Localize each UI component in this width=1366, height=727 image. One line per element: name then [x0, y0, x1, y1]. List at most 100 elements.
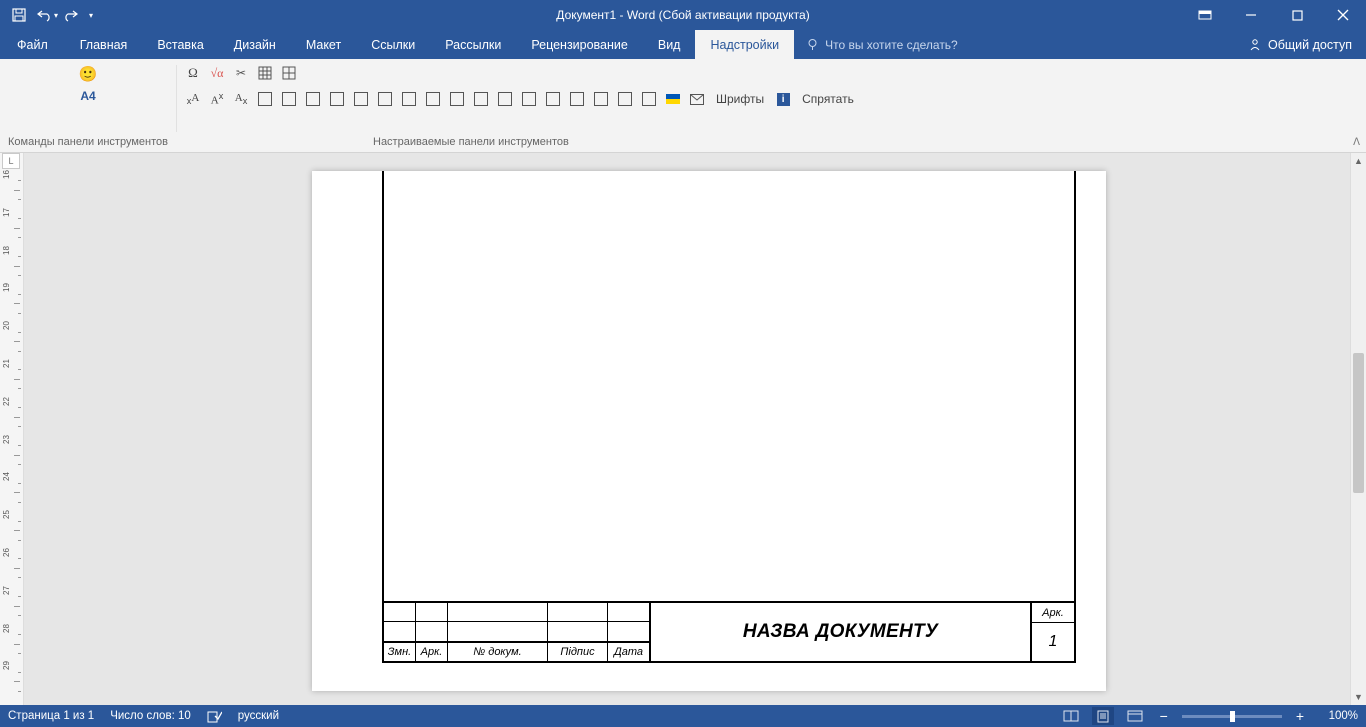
maximize-icon [1292, 10, 1303, 21]
ribbon-group-label-2: Настраиваемые панели инструментов [183, 133, 771, 152]
status-page[interactable]: Страница 1 из 1 [8, 710, 94, 722]
tb-header-ark: Арк. [416, 643, 448, 661]
tb-header-zmn: Змн. [384, 643, 416, 661]
tab-home[interactable]: Главная [65, 30, 143, 59]
save-button[interactable] [6, 2, 32, 28]
tb-header-date: Дата [608, 643, 649, 661]
zoom-out-button[interactable]: − [1156, 708, 1172, 724]
window-title: Документ1 - Word (Сбой активации продукт… [556, 8, 809, 22]
document-area[interactable]: Змн. Арк. № докум. Підпис Дата НАЗВА ДОК… [24, 153, 1350, 705]
frame-btn-6[interactable] [375, 89, 395, 109]
tab-view[interactable]: Вид [643, 30, 696, 59]
frame-btn-10[interactable] [471, 89, 491, 109]
view-read-mode[interactable] [1060, 707, 1082, 725]
tab-addins[interactable]: Надстройки [695, 30, 794, 59]
close-button[interactable] [1320, 0, 1366, 30]
frame-btn-15[interactable] [591, 89, 611, 109]
tb-header-sign: Підпис [548, 643, 608, 661]
view-web-layout[interactable] [1124, 707, 1146, 725]
title-bar: ▾ ▾ Документ1 - Word (Сбой активации про… [0, 0, 1366, 30]
ribbon-display-button[interactable] [1182, 0, 1228, 30]
redo-button[interactable] [58, 2, 84, 28]
tab-review[interactable]: Рецензирование [516, 30, 643, 59]
frame-btn-2[interactable] [279, 89, 299, 109]
minimize-icon [1245, 9, 1257, 21]
sqrt-button[interactable]: √α [207, 63, 227, 83]
frame-btn-11[interactable] [495, 89, 515, 109]
frame-btn-3[interactable] [303, 89, 323, 109]
tab-file[interactable]: Файл [0, 30, 65, 59]
frame-btn-9[interactable] [447, 89, 467, 109]
frame-btn-13[interactable] [543, 89, 563, 109]
ribbon-group-custom-toolbars: Ω √α ✂ xA Ax Ax [177, 59, 777, 152]
view-print-layout[interactable] [1092, 707, 1114, 725]
hide-button[interactable]: Спрятать [797, 89, 859, 109]
fonts-button[interactable]: Шрифты [711, 89, 769, 109]
mail-button[interactable] [687, 89, 707, 109]
frame-btn-5[interactable] [351, 89, 371, 109]
cut-button[interactable]: ✂ [231, 63, 251, 83]
scroll-down-icon[interactable]: ▼ [1351, 689, 1366, 705]
close-icon [1337, 9, 1349, 21]
ribbon-group-label-1: Команды панели инструментов [6, 133, 170, 152]
smiley-icon[interactable]: 🙂 [79, 65, 98, 83]
vertical-scrollbar[interactable]: ▲ ▼ [1350, 153, 1366, 705]
lightbulb-icon [806, 38, 819, 51]
undo-icon [37, 8, 53, 22]
title-block-right: Арк. 1 [1032, 603, 1074, 661]
ribbon: 🙂 А4 Команды панели инструментов Ω √α ✂ … [0, 59, 1366, 153]
tab-layout[interactable]: Макет [291, 30, 356, 59]
vertical-ruler[interactable]: 1617181920212223242526272829 [0, 153, 24, 705]
status-words[interactable]: Число слов: 10 [110, 710, 191, 722]
share-button[interactable]: Общий доступ [1234, 30, 1366, 59]
tab-mailings[interactable]: Рассылки [430, 30, 516, 59]
a4-button[interactable]: А4 [80, 89, 95, 103]
tb-right-value: 1 [1032, 623, 1074, 661]
zoom-slider[interactable] [1182, 715, 1282, 718]
omega-button[interactable]: Ω [183, 63, 203, 83]
tab-design[interactable]: Дизайн [219, 30, 291, 59]
zoom-in-button[interactable]: + [1292, 708, 1308, 724]
frame-btn-8[interactable] [423, 89, 443, 109]
superscript-button[interactable]: Ax [207, 89, 227, 109]
subscript-left-button[interactable]: xA [183, 89, 203, 109]
frame-btn-14[interactable] [567, 89, 587, 109]
redo-icon [64, 8, 78, 22]
title-block-center: НАЗВА ДОКУМЕНТУ [649, 603, 1032, 661]
maximize-button[interactable] [1274, 0, 1320, 30]
workspace: 1617181920212223242526272829 [0, 153, 1366, 705]
collapse-ribbon-button[interactable]: ᐱ [1353, 137, 1360, 148]
status-bar: Страница 1 из 1 Число слов: 10 русский −… [0, 705, 1366, 727]
flag-button[interactable] [663, 89, 683, 109]
frame-btn-1[interactable] [255, 89, 275, 109]
document-page[interactable]: Змн. Арк. № докум. Підпис Дата НАЗВА ДОК… [312, 171, 1106, 691]
tab-references[interactable]: Ссылки [356, 30, 430, 59]
status-proofing-icon[interactable] [207, 710, 222, 723]
tab-insert[interactable]: Вставка [142, 30, 218, 59]
status-language[interactable]: русский [238, 710, 279, 722]
title-block: Змн. Арк. № докум. Підпис Дата НАЗВА ДОК… [384, 601, 1074, 661]
tell-me-search[interactable]: Что вы хотите сделать? [794, 30, 970, 59]
frame-btn-7[interactable] [399, 89, 419, 109]
frame-btn-4[interactable] [327, 89, 347, 109]
title-block-left: Змн. Арк. № докум. Підпис Дата [384, 603, 649, 661]
info-button[interactable]: i [773, 89, 793, 109]
zoom-level[interactable]: 100% [1318, 710, 1358, 722]
scroll-up-icon[interactable]: ▲ [1351, 153, 1366, 169]
save-icon [12, 8, 26, 22]
frame-btn-12[interactable] [519, 89, 539, 109]
table-button-1[interactable] [255, 63, 275, 83]
quick-access-toolbar: ▾ ▾ [0, 2, 98, 28]
subscript-button[interactable]: Ax [231, 89, 251, 109]
minimize-button[interactable] [1228, 0, 1274, 30]
tb-right-label: Арк. [1032, 603, 1074, 623]
tab-selector[interactable]: L [2, 153, 20, 169]
tb-header-ndoc: № докум. [448, 643, 548, 661]
scrollbar-thumb[interactable] [1353, 353, 1364, 493]
table-button-2[interactable] [279, 63, 299, 83]
ribbon-group-toolbar-commands: 🙂 А4 Команды панели инструментов [0, 59, 176, 152]
qat-customize-button[interactable]: ▾ [84, 2, 98, 28]
frame-btn-17[interactable] [639, 89, 659, 109]
frame-btn-16[interactable] [615, 89, 635, 109]
zoom-slider-thumb[interactable] [1230, 711, 1235, 722]
